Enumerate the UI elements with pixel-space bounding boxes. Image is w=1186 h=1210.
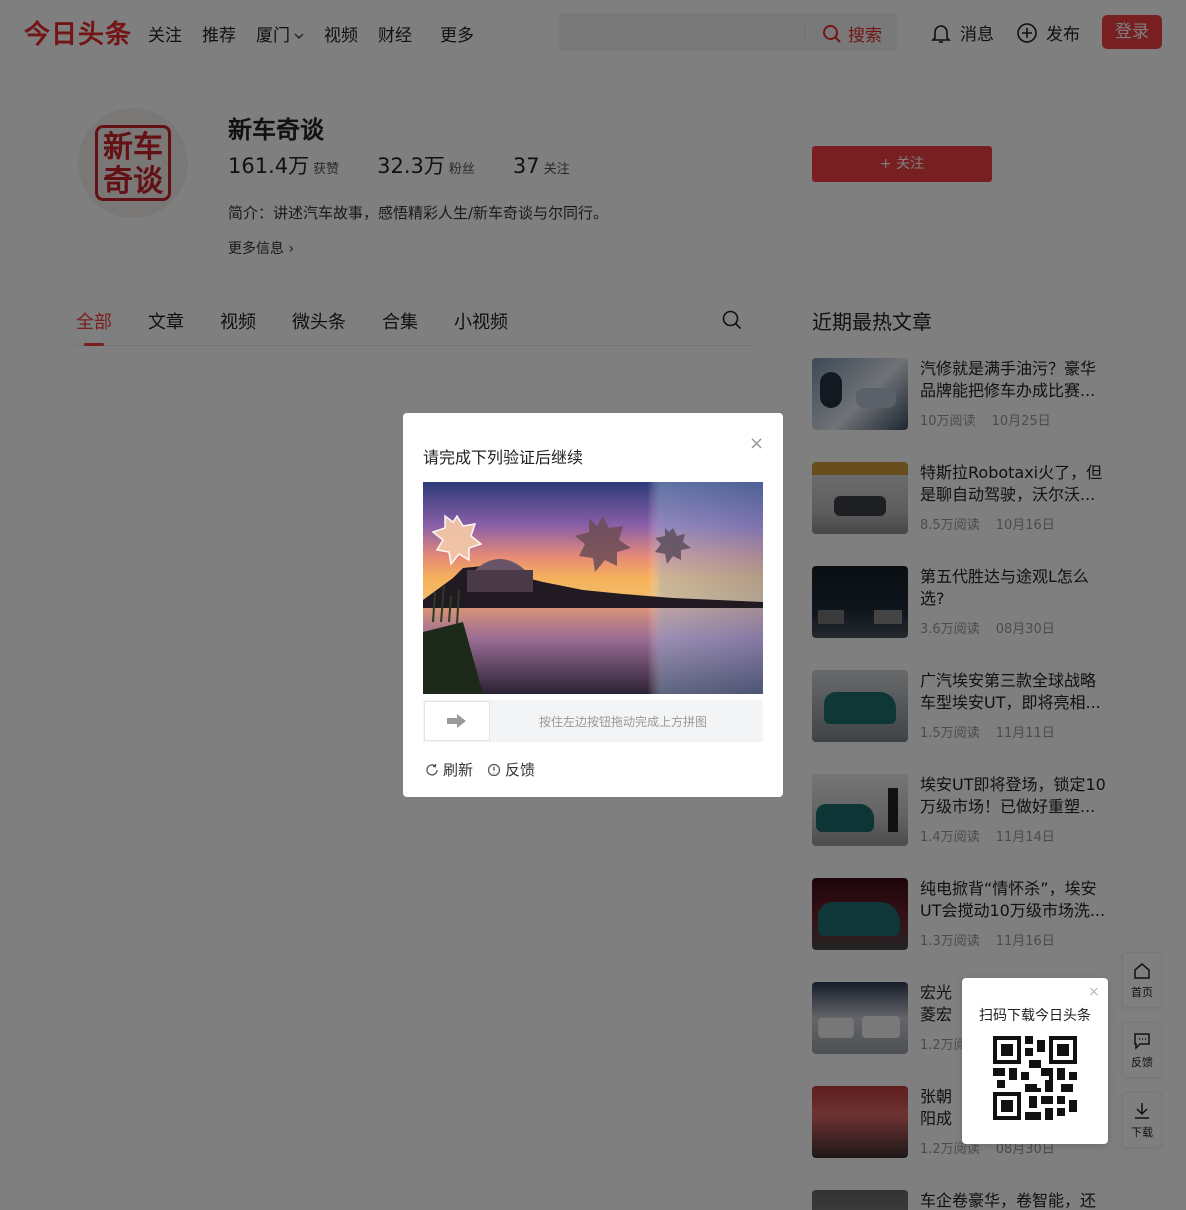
captcha-puzzle-image	[423, 482, 763, 694]
qr-code-icon	[993, 1036, 1077, 1120]
sunset-lake-image	[423, 482, 763, 694]
captcha-slider-track[interactable]: 按住左边按钮拖动完成上方拼图	[423, 700, 763, 742]
captcha-dialog: 请完成下列验证后继续 × 按住左边按钮拖动完成上方拼图 刷新 反馈	[403, 413, 783, 797]
captcha-title: 请完成下列验证后继续	[423, 448, 584, 467]
refresh-label: 刷新	[443, 761, 474, 779]
refresh-icon	[426, 763, 438, 776]
captcha-footer: 刷新 反馈	[425, 759, 535, 780]
close-icon[interactable]: ×	[749, 433, 764, 454]
feedback-button[interactable]: 反馈	[487, 759, 535, 780]
slider-hint: 按住左边按钮拖动完成上方拼图	[539, 715, 708, 729]
qr-download-popup: × 扫码下载今日头条	[962, 978, 1108, 1144]
slider-handle[interactable]	[424, 701, 490, 741]
close-icon[interactable]: ×	[1088, 984, 1100, 1000]
info-icon	[487, 763, 501, 776]
arrow-right-icon	[447, 714, 466, 728]
refresh-button[interactable]: 刷新	[425, 759, 473, 780]
feedback-label: 反馈	[505, 761, 536, 779]
qr-popup-text: 扫码下载今日头条	[979, 1008, 1091, 1024]
